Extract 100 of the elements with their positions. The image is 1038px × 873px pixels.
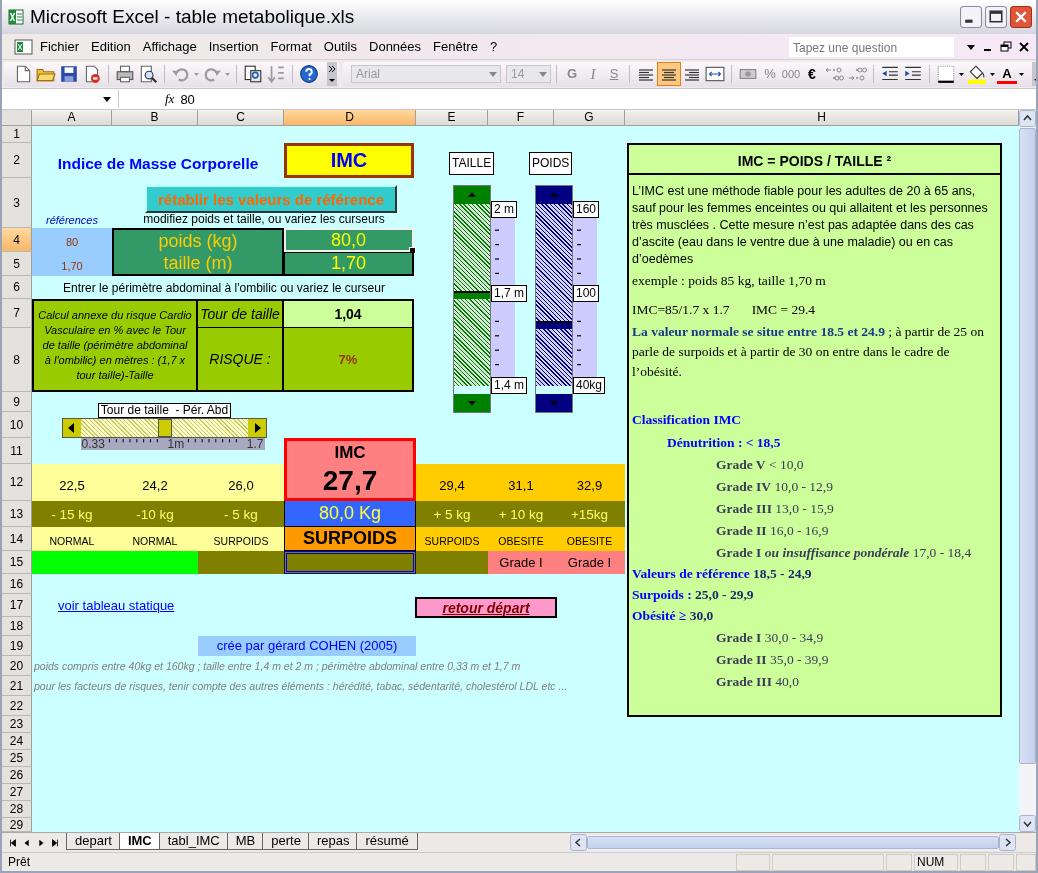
dropdown-arrow-icon[interactable] <box>966 42 976 51</box>
row-header[interactable]: 25 <box>2 750 32 767</box>
scroll-left-button[interactable] <box>570 834 587 851</box>
scroll-thumb[interactable] <box>536 321 572 330</box>
row-header[interactable]: 10 <box>2 412 32 438</box>
sheet-tab[interactable]: perte <box>262 833 310 850</box>
row-header[interactable]: 24 <box>2 733 32 750</box>
menu-item[interactable]: Fenêtre <box>427 37 484 56</box>
instructions-text: Entrer le périmètre abdominal à l'ombilic ou variez le curseur <box>62 280 386 295</box>
print-icon[interactable] <box>114 63 136 85</box>
row-header[interactable]: 13 <box>2 501 32 527</box>
row-header[interactable]: 8 <box>2 328 32 392</box>
status-cell[interactable] <box>284 551 416 574</box>
row-header[interactable]: 12 <box>2 464 32 501</box>
slider-thumb[interactable] <box>157 419 172 437</box>
minimize-button[interactable] <box>960 6 982 28</box>
sheet-tab[interactable]: depart <box>66 833 121 850</box>
row-header[interactable]: 16 <box>2 574 32 594</box>
row-header[interactable]: 20 <box>2 656 32 676</box>
maximize-button[interactable] <box>985 6 1007 28</box>
close-icon[interactable] <box>1018 40 1030 53</box>
dropdown-arrow-icon[interactable] <box>102 95 112 103</box>
column-header[interactable]: F <box>488 110 554 126</box>
vertical-scrollbar[interactable] <box>535 185 573 413</box>
close-button[interactable] <box>1010 6 1032 28</box>
scroll-thumb[interactable] <box>1019 128 1036 764</box>
row-header[interactable]: 1 <box>2 126 32 143</box>
slider-left-button[interactable] <box>63 419 81 437</box>
last-sheet-icon[interactable] <box>50 837 60 848</box>
first-sheet-icon[interactable] <box>8 837 18 848</box>
menu-item[interactable]: Affichage <box>136 37 203 56</box>
menu-item[interactable]: Edition <box>85 37 137 56</box>
formula-field[interactable]: 80 <box>180 91 195 107</box>
sheet-tab[interactable]: tabl_IMC <box>158 833 229 850</box>
toolbar-options-icon[interactable] <box>327 62 337 86</box>
save-icon[interactable] <box>58 63 80 85</box>
row-header[interactable]: 15 <box>2 551 32 574</box>
scale-value-label: 1,4 m <box>491 377 527 394</box>
column-header[interactable]: G <box>554 110 625 126</box>
scroll-up-button[interactable] <box>1019 110 1036 127</box>
row-header[interactable]: 18 <box>2 617 32 636</box>
back-button[interactable]: retour départ <box>415 597 557 618</box>
sheet-tab[interactable]: IMC <box>118 833 161 850</box>
row-header[interactable]: 3 <box>2 178 32 228</box>
weight-change-cell: +15kg <box>554 501 625 527</box>
row-header[interactable]: 29 <box>2 818 32 832</box>
column-header[interactable]: H <box>625 110 1019 126</box>
row-header[interactable]: 6 <box>2 276 32 299</box>
function-label[interactable]: fx <box>165 91 175 107</box>
sheet-tab[interactable]: résumé <box>356 833 418 850</box>
research-icon[interactable] <box>242 63 264 85</box>
row-header[interactable]: 7 <box>2 299 32 328</box>
menu-item[interactable]: Fichier <box>34 37 85 56</box>
menu-item[interactable]: Format <box>264 37 318 56</box>
row-header[interactable]: 26 <box>2 767 32 784</box>
vertical-scrollbar[interactable] <box>453 185 491 413</box>
column-header[interactable]: E <box>416 110 488 126</box>
scroll-down-button[interactable] <box>1019 815 1036 832</box>
borders-icon[interactable] <box>935 63 957 85</box>
scroll-thumb[interactable] <box>454 291 490 299</box>
font-color-button[interactable]: A <box>997 64 1017 84</box>
align-center-icon[interactable] <box>658 63 680 85</box>
workbook-icon[interactable] <box>14 37 34 56</box>
horizontal-slider[interactable] <box>62 418 267 438</box>
previous-sheet-icon[interactable] <box>22 837 32 848</box>
static-table-link[interactable]: voir tableau statique <box>32 598 198 613</box>
row-header[interactable]: 21 <box>2 676 32 696</box>
menu-item[interactable]: Outils <box>317 37 363 56</box>
slider-right-button[interactable] <box>248 419 266 437</box>
row-header[interactable]: 9 <box>2 392 32 412</box>
help-icon[interactable] <box>298 63 320 85</box>
column-header[interactable]: C <box>198 110 284 126</box>
menu-item[interactable]: Insertion <box>202 37 265 56</box>
row-header[interactable]: 17 <box>2 594 32 617</box>
help-question-field[interactable]: Tapez une question <box>789 36 954 57</box>
sheet-tab[interactable]: repas <box>307 833 359 850</box>
restore-icon[interactable] <box>1000 40 1012 53</box>
fill-color-icon[interactable] <box>966 63 988 85</box>
row-header[interactable]: 2 <box>2 143 32 178</box>
menu-item[interactable]: Données <box>363 37 428 56</box>
column-header[interactable]: A <box>32 110 112 126</box>
scroll-thumb[interactable] <box>587 836 999 849</box>
row-header[interactable]: 14 <box>2 527 32 551</box>
column-header[interactable]: B <box>112 110 198 126</box>
row-header[interactable]: 28 <box>2 801 32 818</box>
row-header[interactable]: 19 <box>2 636 32 656</box>
euro-button[interactable]: € <box>802 64 822 84</box>
row-header[interactable]: 27 <box>2 784 32 801</box>
row-header[interactable]: 23 <box>2 716 32 733</box>
menu-item[interactable]: ? <box>483 37 504 56</box>
scroll-right-button[interactable] <box>999 834 1016 851</box>
row-header[interactable]: 5 <box>2 252 32 276</box>
next-sheet-icon[interactable] <box>36 837 46 848</box>
row-header[interactable]: 4 <box>2 228 32 252</box>
column-header[interactable]: D <box>284 110 416 126</box>
scroll-down-button[interactable] <box>454 394 490 412</box>
row-header[interactable]: 11 <box>2 438 32 464</box>
scroll-up-button[interactable] <box>454 186 490 204</box>
row-header[interactable]: 22 <box>2 696 32 716</box>
risk-label-cell: RISQUE : <box>198 328 284 392</box>
